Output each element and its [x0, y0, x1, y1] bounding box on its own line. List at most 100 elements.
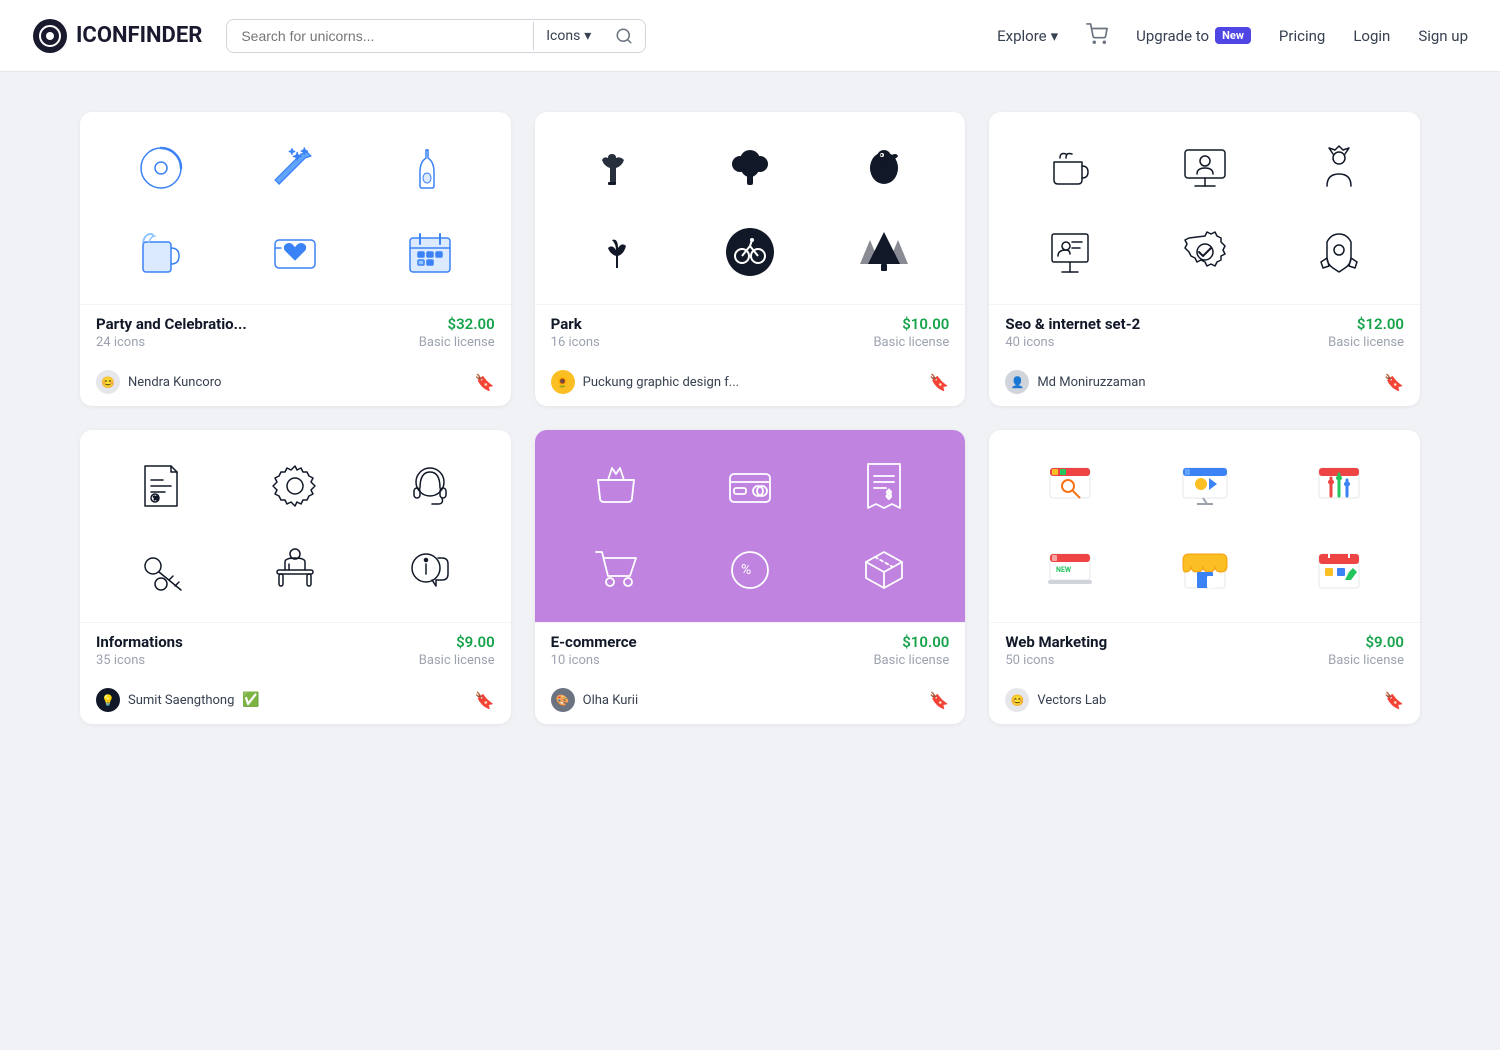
card-license: Basic license	[419, 653, 495, 668]
icon-cell	[1009, 216, 1131, 288]
card-title: Web Marketing	[1005, 633, 1107, 651]
icon-cell	[234, 450, 356, 522]
svg-text:10: 10	[153, 496, 159, 502]
icon-cell	[1144, 216, 1266, 288]
cart-icon[interactable]	[1086, 23, 1108, 49]
icon-cell	[368, 450, 490, 522]
icon-cell	[368, 216, 490, 288]
nav-login[interactable]: Login	[1353, 27, 1390, 45]
avatar: 🎨	[551, 688, 575, 712]
icon-cell	[1144, 534, 1266, 606]
card-title: E-commerce	[551, 633, 637, 651]
avatar: 😊	[96, 370, 120, 394]
icon-cell	[1278, 132, 1400, 204]
bookmark-icon[interactable]: 🔖	[929, 373, 949, 392]
icon-cell	[689, 132, 811, 204]
author-name: Vectors Lab	[1037, 693, 1106, 708]
icon-cell: 10	[100, 450, 222, 522]
icon-cell	[234, 216, 356, 288]
card-informations-icons: 10	[80, 430, 511, 622]
logo-icon	[32, 18, 68, 54]
search-icon	[615, 27, 633, 45]
card-price: $9.00	[1328, 633, 1404, 651]
icon-cell: ✦✦✦	[234, 132, 356, 204]
card-license: Basic license	[1328, 653, 1404, 668]
icon-cell	[368, 534, 490, 606]
card-license: Basic license	[873, 653, 949, 668]
svg-text:%: %	[741, 562, 751, 578]
icon-cell: $	[823, 450, 945, 522]
icon-cell	[1278, 450, 1400, 522]
author-name: Nendra Kuncoro	[128, 375, 221, 390]
avatar: 🌻	[551, 370, 575, 394]
card-license: Basic license	[1328, 335, 1404, 350]
upgrade-button[interactable]: Upgrade to New	[1136, 27, 1251, 45]
card-title: Seo & internet set-2	[1005, 315, 1140, 333]
author-name: Puckung graphic design f...	[583, 375, 739, 390]
card-price: $9.00	[419, 633, 495, 651]
icon-cell	[555, 216, 677, 288]
card-party: ✦✦✦ Pa	[80, 112, 511, 406]
bookmark-icon[interactable]: 🔖	[475, 691, 495, 710]
bookmark-icon[interactable]: 🔖	[1384, 373, 1404, 392]
card-count: 24 icons	[96, 335, 247, 350]
icon-cell	[689, 216, 811, 288]
card-title: Party and Celebratio...	[96, 315, 247, 333]
icon-cell	[1278, 216, 1400, 288]
author-link[interactable]: 💡 Sumit Saengthong ✅	[96, 688, 260, 712]
search-type-dropdown[interactable]: Icons ▾	[534, 28, 603, 44]
icon-cell	[1278, 534, 1400, 606]
logo-text: ICONFINDER	[76, 23, 202, 48]
card-informations-author: 💡 Sumit Saengthong ✅ 🔖	[80, 680, 511, 724]
author-link[interactable]: 🎨 Olha Kurii	[551, 688, 638, 712]
chevron-down-icon: ▾	[584, 28, 591, 44]
icon-cell	[555, 534, 677, 606]
search-type-label: Icons	[546, 28, 580, 44]
card-webmarketing: NEW Web Marketing 50 icons $9.00 B	[989, 430, 1420, 724]
card-license: Basic license	[419, 335, 495, 350]
icon-cell	[555, 450, 677, 522]
author-link[interactable]: 🌻 Puckung graphic design f...	[551, 370, 739, 394]
author-link[interactable]: 😊 Nendra Kuncoro	[96, 370, 221, 394]
card-seo-info: Seo & internet set-2 40 icons $12.00 Bas…	[989, 304, 1420, 362]
nav-explore[interactable]: Explore ▾	[997, 27, 1058, 45]
nav-signup[interactable]: Sign up	[1418, 27, 1468, 45]
author-name: Md Moniruzzaman	[1037, 375, 1145, 390]
icon-cell	[689, 450, 811, 522]
card-price: $10.00	[873, 315, 949, 333]
search-input[interactable]	[227, 20, 533, 52]
card-webmarketing-icons: NEW	[989, 430, 1420, 622]
avatar: 👤	[1005, 370, 1029, 394]
icon-cell	[100, 534, 222, 606]
svg-text:✦: ✦	[301, 147, 308, 156]
bookmark-icon[interactable]: 🔖	[475, 373, 495, 392]
bookmark-icon[interactable]: 🔖	[1384, 691, 1404, 710]
icon-cell	[823, 216, 945, 288]
icon-cell	[555, 132, 677, 204]
card-ecommerce: $ % E-commerce 10 icons	[535, 430, 966, 724]
author-link[interactable]: 👤 Md Moniruzzaman	[1005, 370, 1145, 394]
card-party-info: Party and Celebratio... 24 icons $32.00 …	[80, 304, 511, 362]
card-title: Informations	[96, 633, 183, 651]
author-name: Olha Kurii	[583, 693, 638, 708]
icon-cell	[823, 132, 945, 204]
card-seo-author: 👤 Md Moniruzzaman 🔖	[989, 362, 1420, 406]
bookmark-icon[interactable]: 🔖	[929, 691, 949, 710]
card-webmarketing-info: Web Marketing 50 icons $9.00 Basic licen…	[989, 622, 1420, 680]
search-button[interactable]	[603, 27, 645, 45]
icon-cell: NEW	[1009, 534, 1131, 606]
icon-cell: %	[689, 534, 811, 606]
icon-cell	[100, 132, 222, 204]
card-park-icons	[535, 112, 966, 304]
verified-icon: ✅	[242, 692, 259, 708]
svg-text:✦: ✦	[289, 148, 295, 156]
card-party-author: 😊 Nendra Kuncoro 🔖	[80, 362, 511, 406]
svg-text:$: $	[886, 488, 892, 501]
nav-pricing[interactable]: Pricing	[1279, 27, 1325, 45]
icon-cell	[823, 534, 945, 606]
icon-cell	[234, 534, 356, 606]
icon-cell	[368, 132, 490, 204]
card-license: Basic license	[873, 335, 949, 350]
logo[interactable]: ICONFINDER	[32, 18, 202, 54]
author-link[interactable]: 😊 Vectors Lab	[1005, 688, 1106, 712]
